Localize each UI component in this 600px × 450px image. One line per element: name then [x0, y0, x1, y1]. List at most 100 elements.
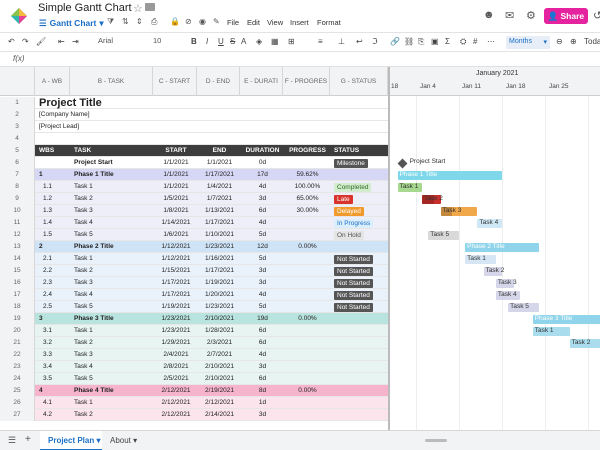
progress-cell[interactable] [287, 277, 328, 289]
end-cell[interactable]: 1/10/2021 [201, 229, 238, 241]
task-cell[interactable]: Task 5 [74, 373, 151, 385]
row-number[interactable]: 23 [0, 361, 35, 373]
wbs-cell[interactable]: 3.1 [43, 325, 72, 337]
indent-icon[interactable]: ⇥ [72, 37, 79, 46]
table-row[interactable]: 13 2 Phase 2 Title 1/12/2021 1/23/2021 12d 0.0… [0, 241, 388, 253]
task-cell[interactable]: Task 2 [74, 193, 151, 205]
row-number[interactable]: 18 [0, 301, 35, 313]
header-cell[interactable]: [Company Name] [39, 109, 339, 121]
start-cell[interactable]: 1/29/2021 [157, 337, 195, 349]
progress-cell[interactable] [287, 217, 328, 229]
start-cell[interactable]: 2/8/2021 [157, 361, 195, 373]
end-cell[interactable]: 2/19/2021 [201, 385, 238, 397]
end-cell[interactable]: 2/10/2021 [201, 313, 238, 325]
progress-cell[interactable]: 59.62% [287, 169, 328, 181]
table-row[interactable]: 10 1.3 Task 3 1/8/2021 1/13/2021 6d 30.00% Dela… [0, 205, 388, 217]
end-cell[interactable]: 2/7/2021 [201, 349, 238, 361]
menu-format[interactable]: Format [317, 18, 341, 27]
star-icon[interactable]: ☆ [133, 2, 143, 15]
wbs-cell[interactable]: 2.2 [43, 265, 72, 277]
table-row[interactable]: 2 [Company Name] [0, 109, 388, 121]
row-number[interactable]: 6 [0, 157, 35, 169]
wbs-cell[interactable]: 3 [39, 313, 68, 325]
start-cell[interactable]: 1/5/2021 [157, 193, 195, 205]
task-cell[interactable]: Phase 2 Title [74, 241, 151, 253]
row-number[interactable]: 3 [0, 121, 35, 133]
duration-cell[interactable]: 3d [244, 277, 281, 289]
progress-cell[interactable] [287, 229, 328, 241]
row-number[interactable]: 26 [0, 397, 35, 409]
sort-icon[interactable]: ⇅ [122, 17, 129, 26]
table-row[interactable]: 21 3.2 Task 2 1/29/2021 2/3/2021 6d [0, 337, 388, 349]
column-header[interactable]: B - TASK [70, 67, 153, 96]
duration-cell[interactable]: 4d [244, 349, 281, 361]
end-cell[interactable]: 1/7/2021 [201, 193, 238, 205]
row-number[interactable]: 11 [0, 217, 35, 229]
end-cell[interactable]: 2/14/2021 [201, 409, 238, 421]
row-number[interactable]: 16 [0, 277, 35, 289]
start-cell[interactable]: 2/12/2021 [157, 385, 195, 397]
undo-icon[interactable]: ↶ [8, 37, 15, 46]
table-row[interactable]: 22 3.3 Task 3 2/4/2021 2/7/2021 4d [0, 349, 388, 361]
duration-cell[interactable]: 8d [244, 385, 281, 397]
progress-cell[interactable]: 65.00% [287, 193, 328, 205]
progress-cell[interactable] [287, 373, 328, 385]
row-number[interactable]: 5 [0, 145, 35, 157]
milestone-marker[interactable] [397, 158, 408, 168]
end-cell[interactable]: 1/13/2021 [201, 205, 238, 217]
status-badge[interactable]: Completed [334, 182, 372, 192]
task-cell[interactable]: Task 4 [74, 361, 151, 373]
end-cell[interactable]: 1/17/2021 [201, 217, 238, 229]
start-cell[interactable]: 1/17/2021 [157, 289, 195, 301]
underline-icon[interactable]: U [218, 37, 224, 46]
task-cell[interactable]: Task 3 [74, 205, 151, 217]
filter-icon[interactable]: ⧩ [107, 17, 114, 27]
table-row[interactable]: 18 2.5 Task 5 1/19/2021 1/23/2021 5d Not Start… [0, 301, 388, 313]
start-cell[interactable]: 2/5/2021 [157, 373, 195, 385]
progress-cell[interactable] [287, 265, 328, 277]
row-number[interactable]: 24 [0, 373, 35, 385]
wbs-cell[interactable]: 1.2 [43, 193, 72, 205]
menu-edit[interactable]: Edit [247, 18, 260, 27]
duration-cell[interactable]: 5d [244, 229, 281, 241]
table-row[interactable]: 5 WBS TASK START END DURATION PROGRESS STATUS [0, 145, 388, 157]
formula-bar[interactable]: f(x) [0, 52, 600, 67]
progress-cell[interactable] [287, 157, 328, 169]
duration-cell[interactable]: 5d [244, 253, 281, 265]
table-row[interactable]: 14 2.1 Task 1 1/12/2021 1/16/2021 5d Not Start… [0, 253, 388, 265]
duration-cell[interactable]: 1d [244, 397, 281, 409]
sheet-list-icon[interactable]: ☰ [8, 435, 16, 446]
status-badge[interactable]: Late [334, 194, 353, 204]
duration-cell[interactable]: 17d [244, 169, 281, 181]
task-cell[interactable]: Phase 3 Title [74, 313, 151, 325]
table-row[interactable]: 20 3.1 Task 1 1/23/2021 1/28/2021 6d [0, 325, 388, 337]
format-painter-icon[interactable]: 🖌 [36, 37, 46, 46]
task-cell[interactable]: Task 2 [74, 337, 151, 349]
row-number[interactable]: 10 [0, 205, 35, 217]
end-cell[interactable]: 1/28/2021 [201, 325, 238, 337]
fill-color-icon[interactable]: ◈ [256, 37, 262, 46]
settings-icon[interactable]: ⚙ [526, 9, 536, 22]
duration-cell[interactable]: 0d [244, 157, 281, 169]
table-header-progress[interactable]: PROGRESS [287, 145, 328, 157]
duration-cell[interactable]: 12d [244, 241, 281, 253]
status-badge[interactable]: Not Started [334, 266, 373, 276]
menu-file[interactable]: File [227, 18, 239, 27]
task-cell[interactable]: Phase 1 Title [74, 169, 151, 181]
italic-icon[interactable]: I [206, 37, 208, 46]
row-number[interactable]: 1 [0, 97, 35, 109]
start-cell[interactable]: 1/14/2021 [157, 217, 195, 229]
wbs-cell[interactable]: 2 [39, 241, 68, 253]
document-title[interactable]: Simple Gantt Chart [38, 2, 132, 14]
corner-cell[interactable] [0, 67, 35, 96]
progress-cell[interactable]: 0.00% [287, 241, 328, 253]
table-header-task[interactable]: TASK [74, 145, 151, 157]
table-row[interactable]: 7 1 Phase 1 Title 1/1/2021 1/17/2021 17d 59.62… [0, 169, 388, 181]
table-row[interactable]: 26 4.1 Task 1 2/12/2021 2/12/2021 1d [0, 397, 388, 409]
progress-cell[interactable] [287, 289, 328, 301]
table-row[interactable]: 24 3.5 Task 5 2/5/2021 2/10/2021 6d [0, 373, 388, 385]
wbs-cell[interactable]: 3.4 [43, 361, 72, 373]
row-number[interactable]: 27 [0, 409, 35, 421]
column-header[interactable]: F - PROGRES [283, 67, 330, 96]
task-cell[interactable]: Task 3 [74, 349, 151, 361]
